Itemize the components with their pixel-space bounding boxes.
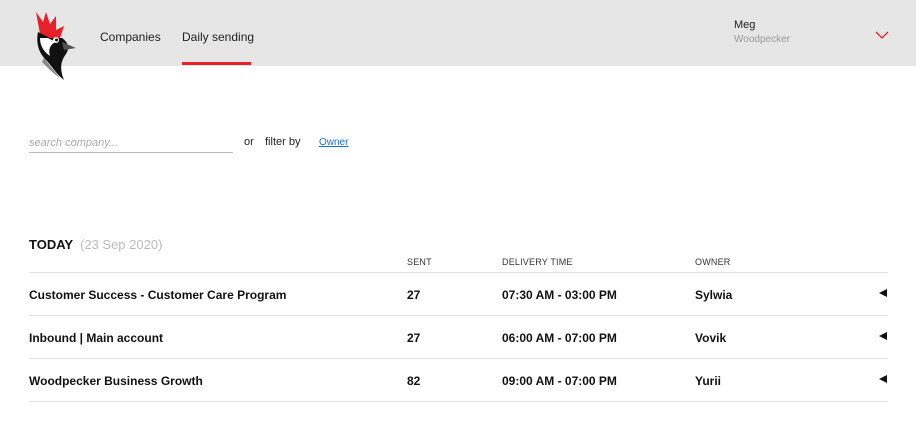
sent-count: 27	[407, 288, 421, 302]
sent-count: 27	[407, 331, 421, 345]
or-label: or	[244, 136, 254, 148]
company-name: Inbound | Main account	[29, 331, 164, 345]
collapse-arrow-icon[interactable]	[879, 332, 887, 340]
delivery-time: 09:00 AM - 07:00 PM	[502, 374, 617, 388]
woodpecker-logo[interactable]	[26, 8, 78, 86]
collapse-arrow-icon[interactable]	[879, 289, 887, 297]
owner-name: Vovik	[695, 331, 727, 345]
filter-owner-link[interactable]: Owner	[319, 137, 348, 148]
filter-by-label: filter by	[265, 136, 301, 148]
table-row[interactable]: Woodpecker Business Growth 82 09:00 AM -…	[29, 359, 888, 402]
column-header-delivery-time: DELIVERY TIME	[502, 257, 573, 267]
column-header-owner: OWNER	[695, 257, 731, 267]
section-title: TODAY	[29, 237, 74, 252]
user-company[interactable]: Woodpecker	[734, 34, 790, 45]
search-company-input[interactable]	[29, 133, 233, 153]
top-navigation-bar: Companies Daily sending Meg Woodpecker	[0, 0, 916, 80]
sending-table: Customer Success - Customer Care Program…	[29, 273, 888, 402]
sent-count: 82	[407, 374, 421, 388]
active-tab-indicator	[182, 62, 251, 65]
delivery-time: 06:00 AM - 07:00 PM	[502, 331, 617, 345]
company-name: Woodpecker Business Growth	[29, 374, 203, 388]
table-row[interactable]: Customer Success - Customer Care Program…	[29, 273, 888, 316]
chevron-down-icon[interactable]	[875, 30, 889, 40]
user-name[interactable]: Meg	[734, 19, 755, 31]
tab-daily-sending[interactable]: Daily sending	[182, 30, 254, 44]
delivery-time: 07:30 AM - 03:00 PM	[502, 288, 617, 302]
company-name: Customer Success - Customer Care Program	[29, 288, 287, 302]
column-header-sent: SENT	[407, 257, 432, 267]
tab-companies[interactable]: Companies	[100, 30, 161, 44]
section-date: (23 Sep 2020)	[80, 237, 163, 252]
collapse-arrow-icon[interactable]	[879, 375, 887, 383]
owner-name: Sylwia	[695, 288, 733, 302]
table-row[interactable]: Inbound | Main account 27 06:00 AM - 07:…	[29, 316, 888, 359]
owner-name: Yurii	[695, 374, 722, 388]
